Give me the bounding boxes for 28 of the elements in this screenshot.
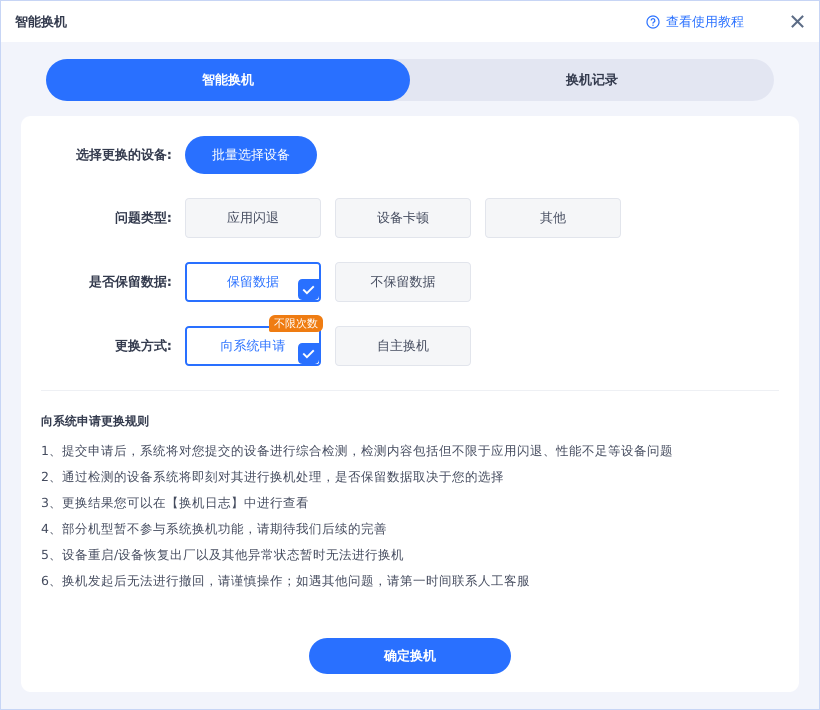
help-link[interactable]: 查看使用教程 [646,12,744,30]
option-button[interactable]: 设备卡顿 [335,198,471,238]
rule-text: 3、更换结果您可以在【换机日志】中进行查看 [41,494,310,512]
field-label: 选择更换的设备: [74,147,172,164]
window-title: 智能换机 [15,14,68,30]
option-button[interactable]: 保留数据 [185,262,321,302]
option-button[interactable]: 不保留数据 [335,262,471,302]
select-devices-button[interactable]: 批量选择设备 [185,136,317,174]
field-label: 是否保留数据: [88,274,172,291]
close-icon[interactable] [790,14,805,29]
confirm-button[interactable]: 确定换机 [309,638,511,674]
rule-text: 6、换机发起后无法进行撤回，请谨慎操作；如遇其他问题，请第一时间联系人工客服 [41,572,531,590]
option-button[interactable]: 其他 [485,198,621,238]
help-icon [646,14,660,28]
option-button[interactable]: 自主换机 [335,326,471,366]
option-button[interactable]: 应用闪退 [185,198,321,238]
check-icon [298,279,319,300]
rule-text: 5、设备重启/设备恢复出厂以及其他异常状态暂时无法进行换机 [41,546,406,564]
rules-title: 向系统申请更换规则 [41,413,150,430]
check-icon [298,343,319,364]
tab[interactable]: 换机记录 [410,59,774,101]
field-label: 问题类型: [114,210,172,227]
rule-text: 4、部分机型暂不参与系统换机功能，请期待我们后续的完善 [41,520,388,538]
field-label: 更换方式: [114,338,172,355]
rule-text: 1、提交申请后，系统将对您提交的设备进行综合检测，检测内容包括但不限于应用闪退、性能不足等设备问题 [41,442,674,460]
rule-text: 2、通过检测的设备系统将即刻对其进行换机处理，是否保留数据取决于您的选择 [41,468,505,486]
badge: 不限次数 [269,315,323,332]
tab[interactable]: 智能换机 [46,59,410,101]
